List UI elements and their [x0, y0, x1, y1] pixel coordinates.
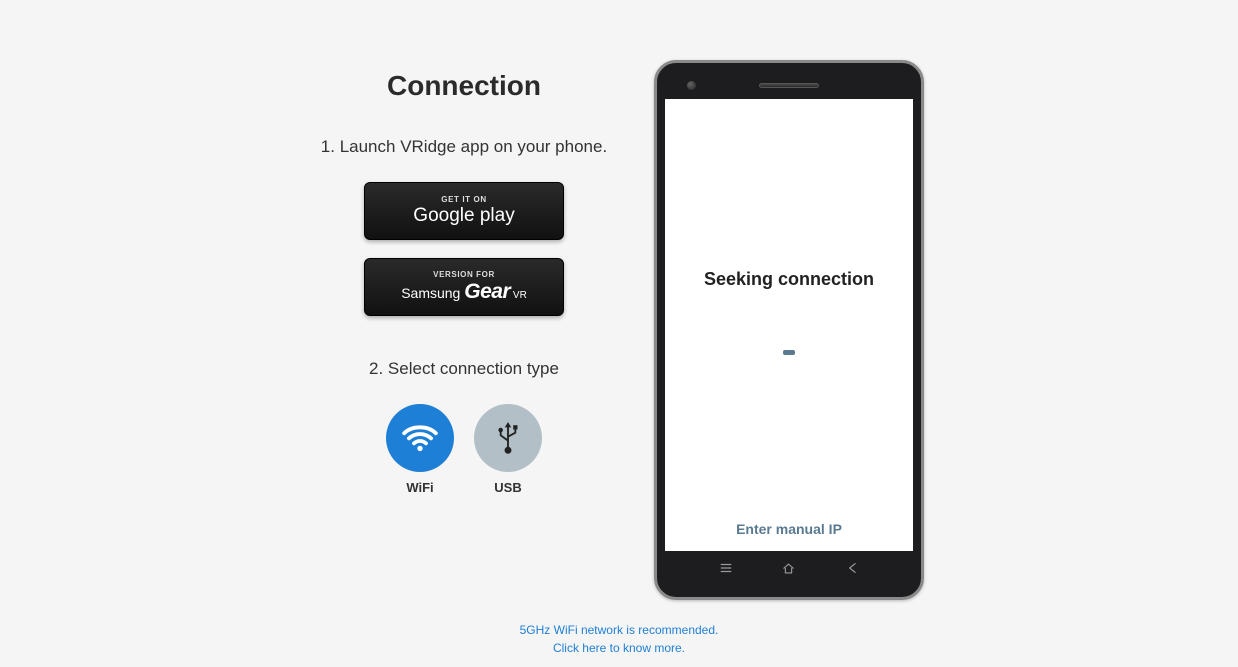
step1-text: 1. Launch VRidge app on your phone.: [321, 137, 607, 157]
home-icon: [781, 561, 796, 580]
phone-camera-icon: [687, 81, 696, 90]
usb-option[interactable]: USB: [474, 404, 542, 495]
phone-mockup: Seeking connection Enter manual IP: [654, 60, 924, 600]
google-play-button[interactable]: GET IT ON Google play: [364, 182, 564, 240]
footer-line-2[interactable]: Click here to know more.: [0, 639, 1238, 657]
wifi-label: WiFi: [406, 480, 433, 495]
usb-icon: [474, 404, 542, 472]
phone-speaker-icon: [759, 83, 819, 88]
footer-line-1[interactable]: 5GHz WiFi network is recommended.: [0, 621, 1238, 639]
step2-text: 2. Select connection type: [369, 359, 559, 379]
page-title: Connection: [387, 70, 541, 102]
gear-vr-overline: VERSION FOR: [433, 270, 495, 279]
connection-panel: Connection 1. Launch VRidge app on your …: [314, 60, 614, 600]
gear-vr-button[interactable]: VERSION FOR Samsung Gear VR: [364, 258, 564, 316]
phone-nav-bar: [665, 551, 913, 589]
usb-label: USB: [494, 480, 521, 495]
phone-screen: Seeking connection Enter manual IP: [665, 99, 913, 551]
wifi-icon: [386, 404, 454, 472]
gear-vr-label: Samsung Gear VR: [401, 280, 527, 304]
back-icon: [845, 561, 859, 579]
google-play-overline: GET IT ON: [441, 195, 486, 204]
connection-status: Seeking connection: [704, 269, 874, 290]
spinner-icon: [783, 350, 795, 355]
google-play-label: Google play: [413, 205, 514, 227]
menu-icon: [719, 561, 733, 579]
wifi-option[interactable]: WiFi: [386, 404, 454, 495]
enter-manual-ip-link[interactable]: Enter manual IP: [736, 521, 842, 537]
footer-note: 5GHz WiFi network is recommended. Click …: [0, 621, 1238, 657]
connection-type-group: WiFi USB: [386, 404, 542, 495]
phone-top-bezel: [665, 71, 913, 99]
